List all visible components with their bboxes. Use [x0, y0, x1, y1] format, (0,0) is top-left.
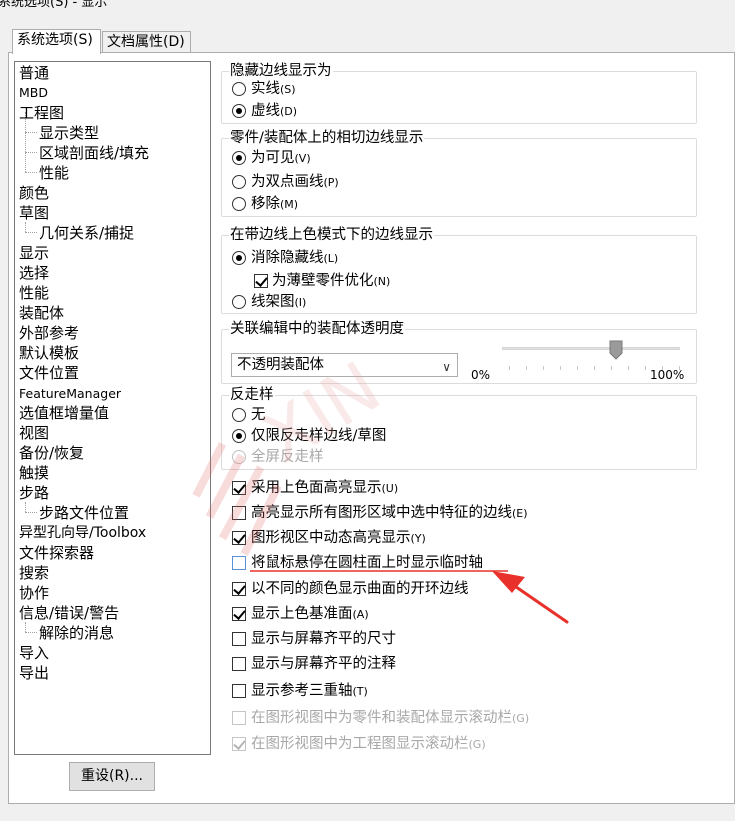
tree-item-file-locations[interactable]: 文件位置 [19, 363, 79, 383]
radio-dashed-label: 虚线(D) [251, 103, 298, 119]
radio-aa-none[interactable] [232, 408, 246, 422]
tree-item-general[interactable]: 普通 [19, 63, 49, 83]
radio-solid[interactable] [232, 82, 246, 96]
check-dynamic-highlight-label: 图形视区中动态高亮显示(Y) [251, 530, 426, 546]
radio-aa-fullscreen-label: 全屏反走样 [251, 449, 324, 465]
check-dynamic-highlight[interactable] [232, 531, 246, 545]
tree-item-display[interactable]: 显示 [19, 243, 49, 263]
check-dims-flat-to-screen[interactable] [232, 632, 246, 646]
radio-as-phantom-label: 为双点画线(P) [251, 174, 339, 190]
tree-item-spin-box-increments[interactable]: 选值框增量值 [19, 403, 109, 423]
tree-item-colors[interactable]: 颜色 [19, 183, 49, 203]
radio-as-phantom[interactable] [232, 175, 246, 189]
check-dims-flat-to-screen-label: 显示与屏幕齐平的尺寸 [251, 631, 396, 647]
check-shaded-face-highlight-label: 采用上色面高亮显示(U) [251, 480, 399, 496]
transparency-slider-thumb[interactable] [609, 340, 623, 360]
tab-system-options[interactable]: 系统选项(S) [12, 29, 101, 54]
radio-as-visible-label: 为可见(V) [251, 150, 311, 166]
annotation-arrow-icon [250, 570, 569, 624]
check-thin-part-optimize-label: 为薄壁零件优化(N) [272, 273, 391, 289]
radio-wireframe[interactable] [232, 295, 246, 309]
tree-item-display-style[interactable]: 显示类型 [39, 123, 99, 143]
check-highlight-feature-edges[interactable] [232, 506, 246, 520]
tab-document-properties[interactable]: 文档属性(D) [102, 31, 191, 54]
group-tangent-edges-title: 零件/装配体上的相切边线显示 [229, 129, 425, 147]
chevron-down-icon: ∨ [442, 360, 451, 374]
group-hidden-edges-title: 隐藏边线显示为 [229, 62, 333, 80]
tree-item-export[interactable]: 导出 [19, 663, 49, 683]
check-scrollbars-part-assembly[interactable] [232, 711, 246, 725]
radio-aa-none-label: 无 [251, 407, 266, 423]
options-tree[interactable]: 普通 MBD 工程图 显示类型 区域剖面线/填充 性能 颜色 草图 几何关系/捕… [14, 61, 211, 755]
tree-item-view[interactable]: 视图 [19, 423, 49, 443]
tree-item-search[interactable]: 搜索 [19, 563, 49, 583]
tree-item-sketch[interactable]: 草图 [19, 203, 49, 223]
transparency-select[interactable]: 不透明装配体 ∨ [231, 353, 458, 377]
radio-aa-fullscreen[interactable] [232, 450, 246, 464]
radio-removed-label: 移除(M) [251, 196, 299, 212]
tree-item-backup-recover[interactable]: 备份/恢复 [19, 443, 84, 463]
check-thin-part-optimize[interactable] [254, 274, 268, 288]
tree-item-routing[interactable]: 步路 [19, 483, 49, 503]
check-notes-flat-to-screen[interactable] [232, 657, 246, 671]
tree-item-performance[interactable]: 性能 [19, 283, 49, 303]
tree-item-default-templates[interactable]: 默认模板 [19, 343, 79, 363]
tree-item-import[interactable]: 导入 [19, 643, 49, 663]
tree-item-routing-file-locations[interactable]: 步路文件位置 [39, 503, 129, 523]
transparency-select-value: 不透明装配体 [237, 357, 324, 373]
tree-item-drawing-performance[interactable]: 性能 [39, 163, 69, 183]
reset-button[interactable]: 重设(R)... [69, 762, 155, 791]
check-scrollbars-drawings[interactable] [232, 737, 246, 751]
tree-item-file-explorer[interactable]: 文件探索器 [19, 543, 94, 563]
radio-aa-edges-sketches[interactable] [232, 429, 246, 443]
radio-aa-edges-sketches-label: 仅限反走样边线/草图 [251, 428, 387, 444]
check-scrollbars-part-assembly-label: 在图形视图中为零件和装配体显示滚动栏(G) [251, 710, 530, 726]
radio-removed[interactable] [232, 197, 246, 211]
group-assembly-transparency-title: 关联编辑中的装配体透明度 [229, 320, 405, 338]
check-scrollbars-drawings-label: 在图形视图中为工程图显示滚动栏(G) [251, 736, 486, 752]
tree-item-dismissed-messages[interactable]: 解除的消息 [39, 623, 114, 643]
tree-item-selection[interactable]: 选择 [19, 263, 49, 283]
radio-solid-label: 实线(S) [251, 81, 296, 97]
check-reference-triad-label: 显示参考三重轴(T) [251, 683, 368, 699]
group-antialiasing-title: 反走样 [229, 386, 275, 404]
transparency-slider-track[interactable] [502, 347, 680, 350]
window-title: 系统选项(S) - 显示 [0, 0, 108, 10]
tree-item-collaboration[interactable]: 协作 [19, 583, 49, 603]
tree-item-touch[interactable]: 触摸 [19, 463, 49, 483]
tree-item-external-references[interactable]: 外部参考 [19, 323, 79, 343]
radio-hlr-label: 消除隐藏线(L) [251, 250, 339, 266]
tree-item-hole-wizard-toolbox[interactable]: 异型孔向导/Toolbox [19, 523, 146, 543]
check-highlight-feature-edges-label: 高亮显示所有图形区域中选中特征的边线(E) [251, 505, 528, 521]
slider-max-label: 100% [650, 368, 685, 382]
check-notes-flat-to-screen-label: 显示与屏幕齐平的注释 [251, 656, 396, 672]
radio-wireframe-label: 线架图(I) [251, 294, 307, 310]
check-shaded-face-highlight[interactable] [232, 481, 246, 495]
tree-item-mbd[interactable]: MBD [19, 83, 48, 103]
group-shaded-edges-title: 在带边线上色模式下的边线显示 [229, 226, 434, 244]
tree-item-drawings[interactable]: 工程图 [19, 103, 64, 123]
tree-item-assemblies[interactable]: 装配体 [19, 303, 64, 323]
check-reference-triad[interactable] [232, 684, 246, 698]
tree-item-featuremanager[interactable]: FeatureManager [19, 384, 121, 404]
slider-min-label: 0% [471, 368, 491, 382]
radio-as-visible[interactable] [232, 151, 246, 165]
tree-item-relations-snaps[interactable]: 几何关系/捕捉 [39, 223, 134, 243]
radio-hlr[interactable] [232, 251, 246, 265]
radio-dashed[interactable] [232, 104, 246, 118]
tree-item-area-hatch[interactable]: 区域剖面线/填充 [39, 143, 149, 163]
tree-item-messages-errors-warnings[interactable]: 信息/错误/警告 [19, 603, 119, 623]
